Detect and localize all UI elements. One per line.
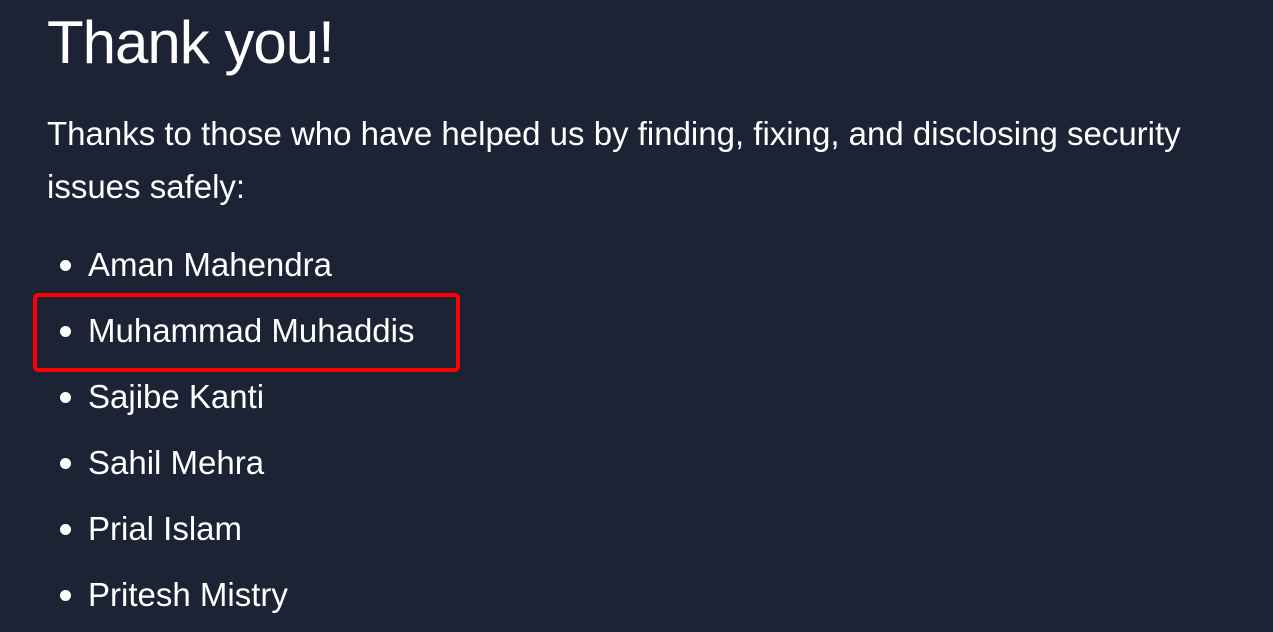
credit-name: Prial Islam (88, 510, 243, 547)
bullet-icon (60, 260, 71, 271)
page-title: Thank you! (47, 9, 335, 76)
intro-paragraph: Thanks to those who have helped us by fi… (47, 115, 1181, 205)
bullet-icon (60, 590, 71, 601)
list-item: Sajibe Kanti (47, 371, 415, 437)
credit-list: Aman Mahendra Muhammad Muhaddis Sajibe K… (47, 239, 415, 632)
list-item-highlighted: Muhammad Muhaddis (47, 305, 415, 371)
list-item: Sahil Mehra (47, 437, 415, 503)
list-item: Pritesh Mistry (47, 569, 415, 632)
credit-name: Sahil Mehra (88, 444, 265, 481)
bullet-icon (60, 524, 71, 535)
bullet-icon (60, 392, 71, 403)
credit-name: Pritesh Mistry (88, 576, 288, 613)
bullet-icon (60, 326, 71, 337)
credit-name: Muhammad Muhaddis (88, 312, 415, 349)
list-item: Prial Islam (47, 503, 415, 569)
bullet-icon (60, 458, 71, 469)
list-item: Aman Mahendra (47, 239, 415, 305)
credit-name: Sajibe Kanti (88, 378, 265, 415)
credit-name: Aman Mahendra (88, 246, 332, 283)
